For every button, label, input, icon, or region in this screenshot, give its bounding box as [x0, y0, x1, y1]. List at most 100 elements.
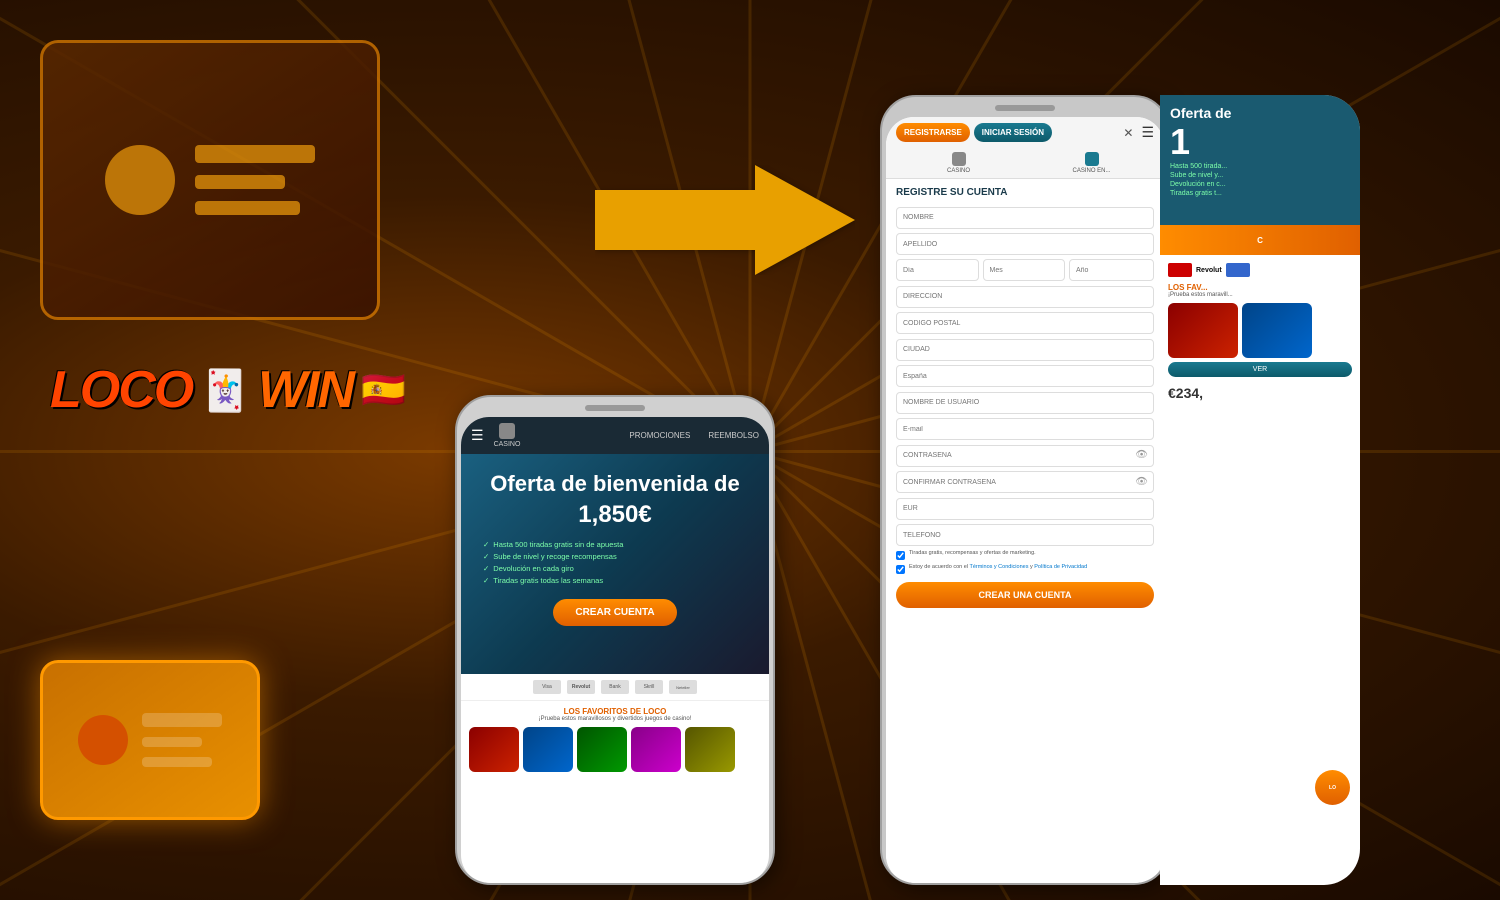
right-side-partial-phone: Oferta de 1 Hasta 500 tirada... Sube de …: [1160, 95, 1360, 885]
eye-icon-password[interactable]: 👁: [1135, 450, 1148, 461]
avatar-shape: [105, 145, 175, 215]
skrill-logo: Skrill: [635, 680, 663, 694]
password-field-wrapper: 👁: [896, 444, 1154, 467]
ver-button[interactable]: VER: [1168, 362, 1352, 377]
game-thumb-4[interactable]: [631, 727, 681, 772]
partial-fav-sub: ¡Prueba estos maravill...: [1168, 292, 1352, 298]
partial-games: [1168, 303, 1352, 358]
partial-game-2[interactable]: [1242, 303, 1312, 358]
arrow-right-icon: [595, 165, 855, 275]
dia-field[interactable]: [896, 259, 979, 281]
top-left-card-icon: [40, 40, 380, 320]
terms-link[interactable]: Términos y Condiciones: [969, 564, 1028, 570]
promo-item-2-text: Sube de nivel y recoge recompensas: [493, 552, 616, 561]
pais-field[interactable]: [896, 365, 1154, 387]
revolut-logo: Revolut: [567, 680, 595, 694]
promo-title: Oferta de bienvenida de 1,850€: [473, 470, 757, 530]
casino-tab-label: CASINO: [947, 168, 970, 174]
password-field[interactable]: [896, 445, 1154, 467]
chat-bubble-icon[interactable]: LO: [1315, 770, 1350, 805]
partial-cta-bar: C: [1160, 225, 1360, 255]
nav-reembolso-label[interactable]: REEMBOLSO: [708, 431, 759, 440]
promo-item-4: ✓ Tiradas gratis todas las semanas: [483, 576, 757, 585]
partial-game-1[interactable]: [1168, 303, 1238, 358]
partial-item-4: Tiradas gratis t...: [1170, 190, 1350, 197]
confirm-password-field[interactable]: [896, 471, 1154, 493]
game-thumb-2[interactable]: [523, 727, 573, 772]
auth-buttons: REGISTRARSE INICIAR SESIÓN: [896, 123, 1052, 142]
hamburger-icon[interactable]: ☰: [471, 427, 484, 444]
partial-amount: €234,: [1168, 385, 1352, 401]
nombre-field[interactable]: [896, 207, 1154, 229]
email-field[interactable]: [896, 418, 1154, 440]
promo-item-1: ✓ Hasta 500 tiradas gratis sin de apuest…: [483, 540, 757, 549]
terms-pre: Estoy de acuerdo con el: [909, 564, 969, 570]
promo-item-2: ✓ Sube de nivel y recoge recompensas: [483, 552, 757, 561]
direccion-field[interactable]: [896, 286, 1154, 308]
partial-offer-title: Oferta de: [1170, 105, 1350, 121]
line-bar-3: [195, 201, 300, 215]
phone-left-screen: ☰ CASINO PROMOCIONES REEMBOLSO Oferta de…: [461, 417, 769, 883]
bank-partial-logo: [1226, 263, 1250, 277]
registrarse-button[interactable]: REGISTRARSE: [896, 123, 970, 142]
nav-tab-casino[interactable]: CASINO: [892, 148, 1025, 178]
partial-fav-title: LOS FAV...: [1168, 283, 1352, 292]
crear-una-cuenta-button[interactable]: CREAR UNA CUENTA: [896, 582, 1154, 608]
close-icon[interactable]: ✕: [1123, 126, 1133, 140]
eye-icon-confirm[interactable]: 👁: [1135, 476, 1148, 487]
favoritos-subtitle: ¡Prueba estos maravillosos y divertidos …: [469, 716, 761, 722]
bottom-line-2: [142, 737, 202, 747]
nav-casino-label: CASINO: [494, 441, 521, 448]
game-thumb-3[interactable]: [577, 727, 627, 772]
form-title: REGISTRE SU CUENTA: [896, 187, 1154, 198]
check-icon-3: ✓: [483, 564, 489, 573]
mes-field[interactable]: [983, 259, 1066, 281]
checkbox-marketing[interactable]: [896, 551, 905, 560]
ciudad-field[interactable]: [896, 339, 1154, 361]
currency-field[interactable]: [896, 498, 1154, 520]
telefono-field[interactable]: [896, 524, 1154, 546]
username-field[interactable]: [896, 392, 1154, 414]
promo-item-1-text: Hasta 500 tiradas gratis sin de apuesta: [493, 540, 623, 549]
partial-item-2: Sube de nivel y...: [1170, 172, 1350, 179]
bottom-line-3: [142, 757, 212, 767]
confirm-password-field-wrapper: 👁: [896, 471, 1154, 494]
hamburger-right-icon[interactable]: ☰: [1141, 124, 1154, 141]
checkbox-terms-text: Estoy de acuerdo con el Términos y Condi…: [909, 564, 1087, 571]
checkbox-terms[interactable]: [896, 565, 905, 574]
casino-tab-icon: [952, 152, 966, 166]
payment-logos: Visa Revolut Bank Skrill Neteller: [461, 674, 769, 700]
iniciar-sesion-button[interactable]: INICIAR SESIÓN: [974, 123, 1052, 142]
crear-cuenta-button[interactable]: CREAR CUENTA: [553, 599, 676, 626]
game-thumb-5[interactable]: [685, 727, 735, 772]
right-nav-tabs: CASINO CASINO EN...: [886, 148, 1164, 179]
promo-title-text: Oferta de bienvenida de: [490, 471, 739, 496]
chat-label: LO: [1329, 785, 1336, 791]
nav-tab-casino-en[interactable]: CASINO EN...: [1025, 148, 1158, 178]
partial-cta-text: C: [1257, 236, 1263, 245]
game-thumb-1[interactable]: [469, 727, 519, 772]
apellido-field[interactable]: [896, 233, 1154, 255]
ano-field[interactable]: [1069, 259, 1154, 281]
spain-flag-icon: 🇪🇸: [361, 369, 406, 411]
logo-text-right: WIN: [258, 360, 353, 420]
checkbox-marketing-text: Tiradas gratis, recompensas y ofertas de…: [909, 550, 1036, 557]
partial-white-section: Revolut LOS FAV... ¡Prueba estos maravil…: [1160, 255, 1360, 409]
nav-promociones-label[interactable]: PROMOCIONES: [629, 431, 690, 440]
bottom-line-1: [142, 713, 222, 727]
phone-speaker-right: [995, 105, 1055, 111]
check-icon-1: ✓: [483, 540, 489, 549]
bottom-lines-group: [142, 713, 222, 767]
bottom-left-card-icon: [40, 660, 260, 820]
bank-logo: Bank: [601, 680, 629, 694]
partial-item-1: Hasta 500 tirada...: [1170, 163, 1350, 170]
privacy-link[interactable]: Política de Privacidad: [1034, 564, 1087, 570]
phone-right: REGISTRARSE INICIAR SESIÓN ✕ ☰ CASINO CA…: [880, 95, 1170, 885]
nav-item-casino[interactable]: CASINO: [494, 423, 521, 448]
codigo-postal-field[interactable]: [896, 312, 1154, 334]
jester-icon: 🃏: [200, 367, 250, 414]
promo-list: ✓ Hasta 500 tiradas gratis sin de apuest…: [483, 540, 757, 585]
revolut-partial-logo: Revolut: [1196, 267, 1222, 274]
promo-amount: 1,850€: [578, 501, 651, 528]
dob-row: [896, 259, 1154, 281]
